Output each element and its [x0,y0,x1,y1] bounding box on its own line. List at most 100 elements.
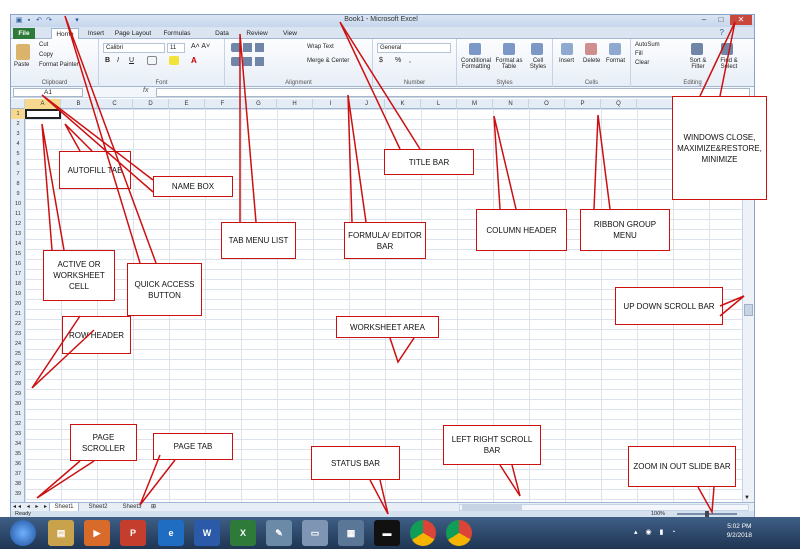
comma-button[interactable]: , [409,57,411,64]
italic-button[interactable]: I [117,57,119,64]
row-header-cell[interactable]: 12 [11,219,25,229]
column-header-cell[interactable]: B [61,99,97,109]
page-scroller-icons[interactable]: ◂◂ ◂ ▸ ▸▸ [13,503,54,510]
horizontal-scrollbar[interactable] [459,504,749,511]
format-as-table-button[interactable]: Format as Table [495,58,523,70]
find-select-icon[interactable] [721,43,733,55]
select-all-corner[interactable] [11,99,25,109]
tab-data[interactable]: Data [211,28,233,39]
row-header-cell[interactable]: 5 [11,149,25,159]
font-name-select[interactable]: Calibri [103,43,165,53]
row-header-cell[interactable]: 22 [11,319,25,329]
row-header-cell[interactable]: 25 [11,349,25,359]
row-header-cell[interactable]: 35 [11,449,25,459]
chrome-icon[interactable] [410,520,436,546]
conditional-formatting-button[interactable]: Conditional Formatting [459,58,493,70]
help-icon[interactable]: ? [720,28,724,37]
column-header-cell[interactable]: G [241,99,277,109]
insert-cells-button[interactable]: Insert [559,58,574,64]
notepad-icon[interactable]: ▭ [302,520,328,546]
column-header-cell[interactable]: I [313,99,349,109]
row-header-cell[interactable]: 19 [11,289,25,299]
row-header-cell[interactable]: 34 [11,439,25,449]
cell-styles-icon[interactable] [531,43,543,55]
paste-icon[interactable] [16,44,30,60]
row-header-cell[interactable]: 37 [11,469,25,479]
close-button[interactable]: ✕ [730,15,752,25]
minimize-button[interactable]: – [696,15,712,25]
row-header-cell[interactable]: 23 [11,329,25,339]
column-header-cell[interactable]: F [205,99,241,109]
excel-icon[interactable]: X [230,520,256,546]
scroll-down-icon[interactable]: ▼ [744,495,750,501]
row-header-cell[interactable]: 7 [11,169,25,179]
column-header-cell[interactable]: H [277,99,313,109]
row-header-cell[interactable]: 39 [11,489,25,499]
internet-explorer-icon[interactable]: e [158,520,184,546]
tab-view[interactable]: View [279,28,301,39]
active-cell[interactable] [25,109,61,119]
clear-button[interactable]: Clear [635,60,649,66]
row-header-cell[interactable]: 11 [11,209,25,219]
row-header-cell[interactable]: 1 [11,109,25,119]
row-header-cell[interactable]: 6 [11,159,25,169]
sort-filter-button[interactable]: Sort & Filter [685,58,711,70]
row-header-cell[interactable]: 29 [11,389,25,399]
copy-button[interactable]: Copy [39,52,53,58]
row-header-cell[interactable]: 13 [11,229,25,239]
column-header-cell[interactable]: M [457,99,493,109]
tab-review[interactable]: Review [243,28,271,39]
command-prompt-icon[interactable]: ▬ [374,520,400,546]
row-header-cell[interactable]: 28 [11,379,25,389]
paste-button[interactable]: Paste [14,62,29,68]
font-color-icon[interactable]: A [191,56,197,65]
save-icon[interactable]: ▪ [25,17,33,25]
tab-home[interactable]: Home [51,28,79,39]
grow-font-icon[interactable]: A˄ A˅ [191,43,210,50]
undo-icon[interactable]: ↶ [35,17,43,25]
format-cells-icon[interactable] [609,43,621,55]
row-header-cell[interactable]: 30 [11,399,25,409]
tray-icons[interactable]: ▴ ◉ ▮ ◔ [634,528,679,536]
row-header-cell[interactable]: 8 [11,179,25,189]
row-header-cell[interactable]: 36 [11,459,25,469]
row-header-cell[interactable]: 33 [11,429,25,439]
formula-input[interactable] [156,88,750,97]
row-header-cell[interactable]: 24 [11,339,25,349]
tab-page-layout[interactable]: Page Layout [113,28,153,39]
row-header-cell[interactable]: 31 [11,409,25,419]
tab-formulas[interactable]: Formulas [161,28,193,39]
row-header-cell[interactable]: 38 [11,479,25,489]
underline-button[interactable]: U [129,57,134,64]
percent-button[interactable]: % [395,57,401,64]
vertical-align-icons[interactable] [231,43,267,52]
delete-cells-button[interactable]: Delete [583,58,600,64]
row-header-cell[interactable]: 17 [11,269,25,279]
start-button-icon[interactable] [10,520,36,546]
row-header-cell[interactable]: 10 [11,199,25,209]
powerpoint-icon[interactable]: P [120,520,146,546]
clock[interactable]: 5:02 PM 9/2/2018 [727,522,752,540]
format-painter-button[interactable]: Format Painter [39,62,79,68]
column-header-cell[interactable]: L [421,99,457,109]
column-header-cell[interactable]: A [25,99,61,109]
app-icon[interactable]: ▦ [338,520,364,546]
tab-file[interactable]: File [13,28,35,39]
redo-icon[interactable]: ↷ [45,17,53,25]
row-header-cell[interactable]: 27 [11,369,25,379]
delete-cells-icon[interactable] [585,43,597,55]
new-sheet-icon[interactable]: ⊞ [151,503,156,510]
vertical-scroll-thumb[interactable] [744,304,753,316]
quick-access-dropdown-icon[interactable]: ▾ [73,17,81,25]
row-header-cell[interactable]: 9 [11,189,25,199]
format-cells-button[interactable]: Format [606,58,625,64]
fill-color-icon[interactable] [169,56,179,65]
media-player-icon[interactable]: ▶ [84,520,110,546]
wrap-text-button[interactable]: Wrap Text [307,44,334,50]
merge-center-button[interactable]: Merge & Center [307,58,349,64]
fx-icon[interactable]: fx [143,87,148,94]
column-header-cell[interactable]: O [529,99,565,109]
insert-cells-icon[interactable] [561,43,573,55]
column-header-cell[interactable]: Q [601,99,637,109]
paint-icon[interactable]: ✎ [266,520,292,546]
